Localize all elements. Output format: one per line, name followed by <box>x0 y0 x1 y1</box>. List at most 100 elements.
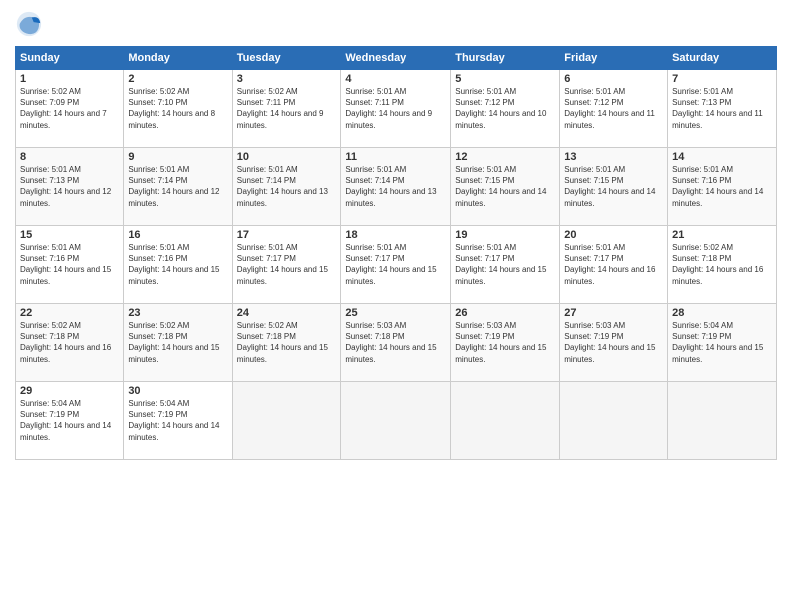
day-info: Sunrise: 5:03 AMSunset: 7:19 PMDaylight:… <box>455 320 555 365</box>
page: SundayMondayTuesdayWednesdayThursdayFrid… <box>0 0 792 612</box>
day-number: 7 <box>672 73 772 85</box>
col-header-sunday: Sunday <box>16 47 124 70</box>
col-header-saturday: Saturday <box>668 47 777 70</box>
day-number: 22 <box>20 307 119 319</box>
calendar-cell: 29Sunrise: 5:04 AMSunset: 7:19 PMDayligh… <box>16 382 124 460</box>
day-number: 28 <box>672 307 772 319</box>
calendar-row: 29Sunrise: 5:04 AMSunset: 7:19 PMDayligh… <box>16 382 777 460</box>
logo <box>15 10 47 38</box>
day-info: Sunrise: 5:01 AMSunset: 7:17 PMDaylight:… <box>345 242 446 287</box>
day-info: Sunrise: 5:01 AMSunset: 7:16 PMDaylight:… <box>128 242 227 287</box>
day-number: 3 <box>237 73 337 85</box>
calendar-cell: 8Sunrise: 5:01 AMSunset: 7:13 PMDaylight… <box>16 148 124 226</box>
day-info: Sunrise: 5:02 AMSunset: 7:18 PMDaylight:… <box>672 242 772 287</box>
day-number: 17 <box>237 229 337 241</box>
day-number: 5 <box>455 73 555 85</box>
day-number: 9 <box>128 151 227 163</box>
calendar-cell: 23Sunrise: 5:02 AMSunset: 7:18 PMDayligh… <box>124 304 232 382</box>
calendar-cell: 20Sunrise: 5:01 AMSunset: 7:17 PMDayligh… <box>560 226 668 304</box>
header <box>15 10 777 38</box>
calendar-cell <box>341 382 451 460</box>
col-header-tuesday: Tuesday <box>232 47 341 70</box>
calendar-table: SundayMondayTuesdayWednesdayThursdayFrid… <box>15 46 777 460</box>
day-info: Sunrise: 5:04 AMSunset: 7:19 PMDaylight:… <box>20 398 119 443</box>
day-info: Sunrise: 5:01 AMSunset: 7:13 PMDaylight:… <box>20 164 119 209</box>
day-info: Sunrise: 5:03 AMSunset: 7:19 PMDaylight:… <box>564 320 663 365</box>
calendar-row: 22Sunrise: 5:02 AMSunset: 7:18 PMDayligh… <box>16 304 777 382</box>
calendar-cell: 2Sunrise: 5:02 AMSunset: 7:10 PMDaylight… <box>124 70 232 148</box>
day-info: Sunrise: 5:01 AMSunset: 7:14 PMDaylight:… <box>237 164 337 209</box>
calendar-cell: 4Sunrise: 5:01 AMSunset: 7:11 PMDaylight… <box>341 70 451 148</box>
calendar-row: 8Sunrise: 5:01 AMSunset: 7:13 PMDaylight… <box>16 148 777 226</box>
calendar-cell: 22Sunrise: 5:02 AMSunset: 7:18 PMDayligh… <box>16 304 124 382</box>
day-info: Sunrise: 5:01 AMSunset: 7:16 PMDaylight:… <box>672 164 772 209</box>
calendar-cell: 24Sunrise: 5:02 AMSunset: 7:18 PMDayligh… <box>232 304 341 382</box>
calendar-cell <box>668 382 777 460</box>
day-info: Sunrise: 5:01 AMSunset: 7:13 PMDaylight:… <box>672 86 772 131</box>
day-info: Sunrise: 5:01 AMSunset: 7:17 PMDaylight:… <box>564 242 663 287</box>
day-info: Sunrise: 5:04 AMSunset: 7:19 PMDaylight:… <box>128 398 227 443</box>
day-number: 29 <box>20 385 119 397</box>
day-number: 27 <box>564 307 663 319</box>
calendar-row: 15Sunrise: 5:01 AMSunset: 7:16 PMDayligh… <box>16 226 777 304</box>
day-info: Sunrise: 5:04 AMSunset: 7:19 PMDaylight:… <box>672 320 772 365</box>
calendar-cell <box>451 382 560 460</box>
day-info: Sunrise: 5:02 AMSunset: 7:18 PMDaylight:… <box>128 320 227 365</box>
col-header-friday: Friday <box>560 47 668 70</box>
day-info: Sunrise: 5:01 AMSunset: 7:12 PMDaylight:… <box>564 86 663 131</box>
calendar-cell: 17Sunrise: 5:01 AMSunset: 7:17 PMDayligh… <box>232 226 341 304</box>
calendar-cell: 19Sunrise: 5:01 AMSunset: 7:17 PMDayligh… <box>451 226 560 304</box>
calendar-cell: 1Sunrise: 5:02 AMSunset: 7:09 PMDaylight… <box>16 70 124 148</box>
calendar-cell: 3Sunrise: 5:02 AMSunset: 7:11 PMDaylight… <box>232 70 341 148</box>
day-info: Sunrise: 5:01 AMSunset: 7:15 PMDaylight:… <box>564 164 663 209</box>
day-number: 8 <box>20 151 119 163</box>
day-number: 15 <box>20 229 119 241</box>
day-info: Sunrise: 5:02 AMSunset: 7:09 PMDaylight:… <box>20 86 119 131</box>
day-number: 16 <box>128 229 227 241</box>
day-info: Sunrise: 5:02 AMSunset: 7:10 PMDaylight:… <box>128 86 227 131</box>
day-info: Sunrise: 5:02 AMSunset: 7:18 PMDaylight:… <box>237 320 337 365</box>
calendar-cell: 30Sunrise: 5:04 AMSunset: 7:19 PMDayligh… <box>124 382 232 460</box>
day-number: 11 <box>345 151 446 163</box>
day-info: Sunrise: 5:01 AMSunset: 7:16 PMDaylight:… <box>20 242 119 287</box>
day-number: 21 <box>672 229 772 241</box>
day-number: 20 <box>564 229 663 241</box>
day-number: 12 <box>455 151 555 163</box>
day-number: 2 <box>128 73 227 85</box>
calendar-cell: 25Sunrise: 5:03 AMSunset: 7:18 PMDayligh… <box>341 304 451 382</box>
logo-icon <box>15 10 43 38</box>
calendar-cell: 5Sunrise: 5:01 AMSunset: 7:12 PMDaylight… <box>451 70 560 148</box>
day-number: 4 <box>345 73 446 85</box>
day-number: 1 <box>20 73 119 85</box>
col-header-wednesday: Wednesday <box>341 47 451 70</box>
calendar-cell <box>560 382 668 460</box>
day-info: Sunrise: 5:01 AMSunset: 7:15 PMDaylight:… <box>455 164 555 209</box>
day-number: 26 <box>455 307 555 319</box>
col-header-thursday: Thursday <box>451 47 560 70</box>
calendar-cell: 13Sunrise: 5:01 AMSunset: 7:15 PMDayligh… <box>560 148 668 226</box>
day-info: Sunrise: 5:01 AMSunset: 7:14 PMDaylight:… <box>345 164 446 209</box>
day-info: Sunrise: 5:02 AMSunset: 7:18 PMDaylight:… <box>20 320 119 365</box>
day-number: 14 <box>672 151 772 163</box>
calendar-cell: 9Sunrise: 5:01 AMSunset: 7:14 PMDaylight… <box>124 148 232 226</box>
calendar-cell: 18Sunrise: 5:01 AMSunset: 7:17 PMDayligh… <box>341 226 451 304</box>
day-number: 18 <box>345 229 446 241</box>
day-number: 30 <box>128 385 227 397</box>
calendar-cell <box>232 382 341 460</box>
day-number: 6 <box>564 73 663 85</box>
day-number: 23 <box>128 307 227 319</box>
calendar-cell: 11Sunrise: 5:01 AMSunset: 7:14 PMDayligh… <box>341 148 451 226</box>
calendar-cell: 16Sunrise: 5:01 AMSunset: 7:16 PMDayligh… <box>124 226 232 304</box>
calendar-cell: 6Sunrise: 5:01 AMSunset: 7:12 PMDaylight… <box>560 70 668 148</box>
day-info: Sunrise: 5:02 AMSunset: 7:11 PMDaylight:… <box>237 86 337 131</box>
day-info: Sunrise: 5:01 AMSunset: 7:17 PMDaylight:… <box>455 242 555 287</box>
day-info: Sunrise: 5:03 AMSunset: 7:18 PMDaylight:… <box>345 320 446 365</box>
calendar-cell: 21Sunrise: 5:02 AMSunset: 7:18 PMDayligh… <box>668 226 777 304</box>
day-number: 13 <box>564 151 663 163</box>
calendar-cell: 7Sunrise: 5:01 AMSunset: 7:13 PMDaylight… <box>668 70 777 148</box>
day-number: 24 <box>237 307 337 319</box>
calendar-cell: 12Sunrise: 5:01 AMSunset: 7:15 PMDayligh… <box>451 148 560 226</box>
day-number: 19 <box>455 229 555 241</box>
calendar-cell: 27Sunrise: 5:03 AMSunset: 7:19 PMDayligh… <box>560 304 668 382</box>
day-info: Sunrise: 5:01 AMSunset: 7:11 PMDaylight:… <box>345 86 446 131</box>
